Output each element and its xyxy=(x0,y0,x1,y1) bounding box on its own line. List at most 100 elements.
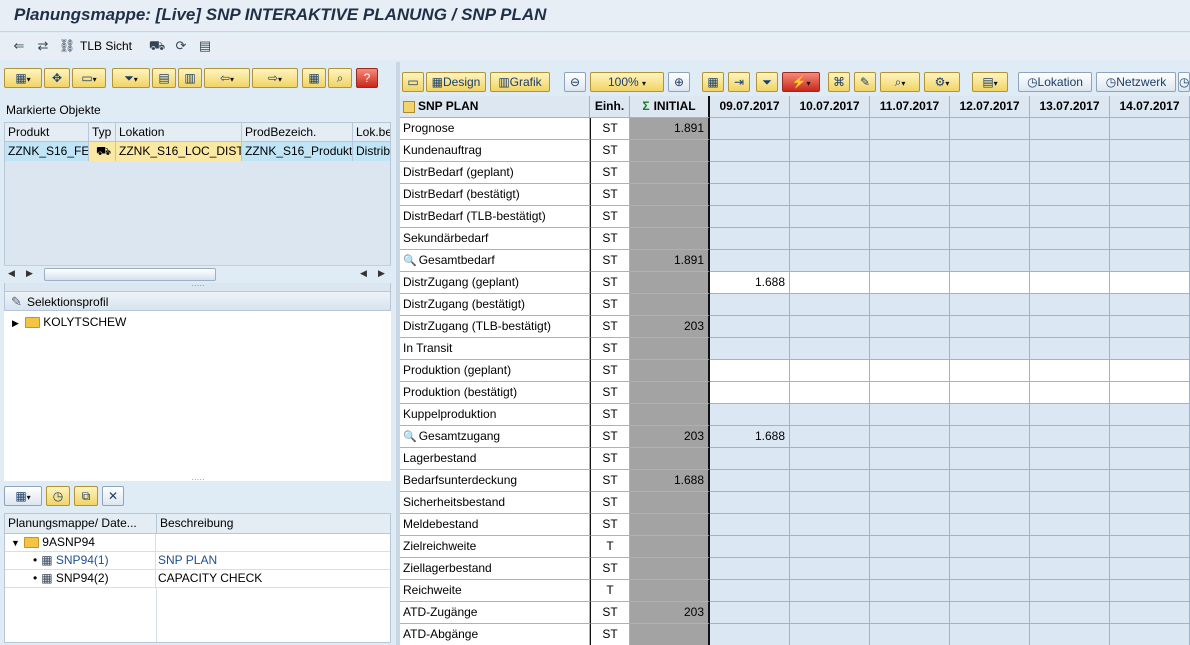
period-cell[interactable] xyxy=(950,118,1030,140)
period-cell[interactable] xyxy=(950,404,1030,426)
period-cell[interactable] xyxy=(870,624,950,645)
row-label[interactable]: In Transit xyxy=(400,338,590,360)
root-cell[interactable]: ▼ 9ASNP94 xyxy=(5,534,156,552)
period-cell[interactable] xyxy=(870,470,950,492)
period-cell[interactable] xyxy=(790,602,870,624)
grid-row[interactable]: Prognose ST 1.891 xyxy=(400,118,1190,140)
zoom-out-icon[interactable]: ⊖ xyxy=(564,72,586,92)
period-cell[interactable] xyxy=(1110,272,1190,294)
clock-icon[interactable]: ◷ xyxy=(46,486,70,506)
period-cell[interactable] xyxy=(790,514,870,536)
period-cell[interactable] xyxy=(790,492,870,514)
row-initial[interactable] xyxy=(630,228,710,250)
period-cell[interactable] xyxy=(790,470,870,492)
date-header-3[interactable]: 11.07.2017 xyxy=(870,96,950,118)
document-icon[interactable]: ▤ xyxy=(196,38,214,54)
period-cell[interactable] xyxy=(790,338,870,360)
period-cell[interactable] xyxy=(710,470,790,492)
edit-icon[interactable]: ✎ xyxy=(854,72,876,92)
period-cell[interactable] xyxy=(710,184,790,206)
alert-button[interactable]: ⚡▾ xyxy=(782,72,820,92)
grid-row[interactable]: Kuppelproduktion ST xyxy=(400,404,1190,426)
design-button[interactable]: ▦Design xyxy=(426,72,486,92)
period-cell[interactable] xyxy=(790,294,870,316)
period-cell[interactable] xyxy=(710,624,790,645)
row-initial[interactable] xyxy=(630,492,710,514)
scroll-thumb[interactable] xyxy=(44,268,216,281)
grid-row[interactable]: Reichweite T xyxy=(400,580,1190,602)
period-cell[interactable] xyxy=(1030,536,1110,558)
netzwerk-button[interactable]: ◷Netzwerk xyxy=(1096,72,1176,92)
period-cell[interactable] xyxy=(870,162,950,184)
grid-row[interactable]: Produktion (geplant) ST xyxy=(400,360,1190,382)
tree-row-snp94-2[interactable]: • ▦ SNP94(2) CAPACITY CHECK xyxy=(5,570,390,588)
period-cell[interactable] xyxy=(790,580,870,602)
period-cell[interactable] xyxy=(950,294,1030,316)
row-label[interactable]: DistrZugang (TLB-bestätigt) xyxy=(400,316,590,338)
period-cell[interactable] xyxy=(710,140,790,162)
period-cell[interactable] xyxy=(950,206,1030,228)
splitter-handle[interactable]: ····· xyxy=(0,282,396,290)
col-lokation[interactable]: Lokation xyxy=(116,123,242,142)
row-label[interactable]: DistrBedarf (geplant) xyxy=(400,162,590,184)
date-header-2[interactable]: 10.07.2017 xyxy=(790,96,870,118)
filter-button[interactable]: ⏷▾ xyxy=(112,68,150,88)
table-button[interactable]: ▤▾ xyxy=(972,72,1008,92)
cell-lokbez[interactable]: Distribu xyxy=(353,142,390,161)
grid-row[interactable]: Sicherheitsbestand ST xyxy=(400,492,1190,514)
period-cell[interactable] xyxy=(1030,272,1110,294)
row-initial[interactable]: 203 xyxy=(630,602,710,624)
period-cell[interactable] xyxy=(790,228,870,250)
book-cell-2[interactable]: • ▦ SNP94(2) xyxy=(5,570,156,588)
row-label[interactable]: 🔍 Gesamtbedarf xyxy=(400,250,590,272)
period-cell[interactable] xyxy=(710,360,790,382)
grid-row[interactable]: DistrBedarf (bestätigt) ST xyxy=(400,184,1190,206)
row-label[interactable]: DistrZugang (geplant) xyxy=(400,272,590,294)
period-cell[interactable] xyxy=(870,426,950,448)
row-initial[interactable] xyxy=(630,448,710,470)
copy-icon[interactable]: ⧉ xyxy=(74,486,98,506)
period-cell[interactable] xyxy=(710,536,790,558)
row-label[interactable]: Zielreichweite xyxy=(400,536,590,558)
row-label[interactable]: DistrBedarf (bestätigt) xyxy=(400,184,590,206)
row-label[interactable]: ATD-Abgänge xyxy=(400,624,590,645)
tree-row-snp94-1[interactable]: • ▦ SNP94(1) SNP PLAN xyxy=(5,552,390,570)
period-cell[interactable] xyxy=(1030,250,1110,272)
period-cell[interactable] xyxy=(1030,580,1110,602)
row-initial[interactable] xyxy=(630,206,710,228)
period-cell[interactable] xyxy=(1110,536,1190,558)
date-header-1[interactable]: 09.07.2017 xyxy=(710,96,790,118)
period-cell[interactable] xyxy=(790,360,870,382)
cell-lokation[interactable]: ZZNK_S16_LOC_DIST xyxy=(116,142,242,161)
row-label[interactable]: 🔍 Gesamtzugang xyxy=(400,426,590,448)
select-button[interactable]: ▭▾ xyxy=(72,68,106,88)
period-cell[interactable] xyxy=(1030,558,1110,580)
tlb-icon[interactable]: ⛓ xyxy=(58,38,76,54)
period-cell[interactable] xyxy=(710,338,790,360)
grid-row[interactable]: Bedarfsunterdeckung ST 1.688 xyxy=(400,470,1190,492)
period-cell[interactable] xyxy=(950,382,1030,404)
period-cell[interactable] xyxy=(1110,558,1190,580)
grid-row[interactable]: Lagerbestand ST xyxy=(400,448,1190,470)
row-label[interactable]: Ziellagerbestand xyxy=(400,558,590,580)
period-cell[interactable] xyxy=(1030,228,1110,250)
col-planungsmappe[interactable]: Planungsmappe/ Date... xyxy=(5,514,157,534)
period-cell[interactable] xyxy=(710,514,790,536)
row-label[interactable]: Kundenauftrag xyxy=(400,140,590,162)
grid-row[interactable]: ATD-Zugänge ST 203 xyxy=(400,602,1190,624)
period-cell[interactable] xyxy=(870,206,950,228)
period-cell[interactable] xyxy=(870,118,950,140)
grid-row[interactable]: DistrBedarf (TLB-bestätigt) ST xyxy=(400,206,1190,228)
period-cell[interactable] xyxy=(1110,316,1190,338)
network-icon[interactable]: ⌘ xyxy=(828,72,850,92)
period-cell[interactable] xyxy=(1110,140,1190,162)
period-cell[interactable] xyxy=(950,602,1030,624)
period-cell[interactable] xyxy=(1030,294,1110,316)
period-cell[interactable] xyxy=(710,558,790,580)
row-initial[interactable] xyxy=(630,272,710,294)
row-initial[interactable] xyxy=(630,338,710,360)
scroll-left-icon[interactable]: ◀ xyxy=(8,268,15,279)
period-cell[interactable] xyxy=(870,536,950,558)
period-cell[interactable] xyxy=(950,162,1030,184)
splitter-handle-2[interactable]: ····· xyxy=(0,476,396,484)
